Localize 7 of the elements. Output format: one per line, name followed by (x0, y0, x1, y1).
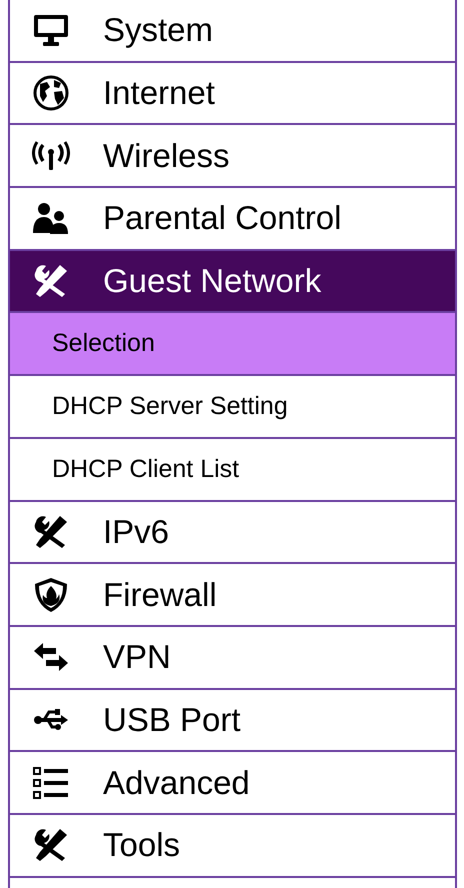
shield-icon (32, 576, 70, 614)
menu-item[interactable]: Guest Network (10, 250, 455, 314)
menu-item[interactable]: Internet (10, 62, 455, 126)
menu-item[interactable]: USB Port (10, 690, 455, 752)
menu-item[interactable]: IPv6 (10, 502, 455, 564)
globe-icon (32, 74, 70, 112)
submenu-item[interactable]: Selection (10, 313, 455, 376)
